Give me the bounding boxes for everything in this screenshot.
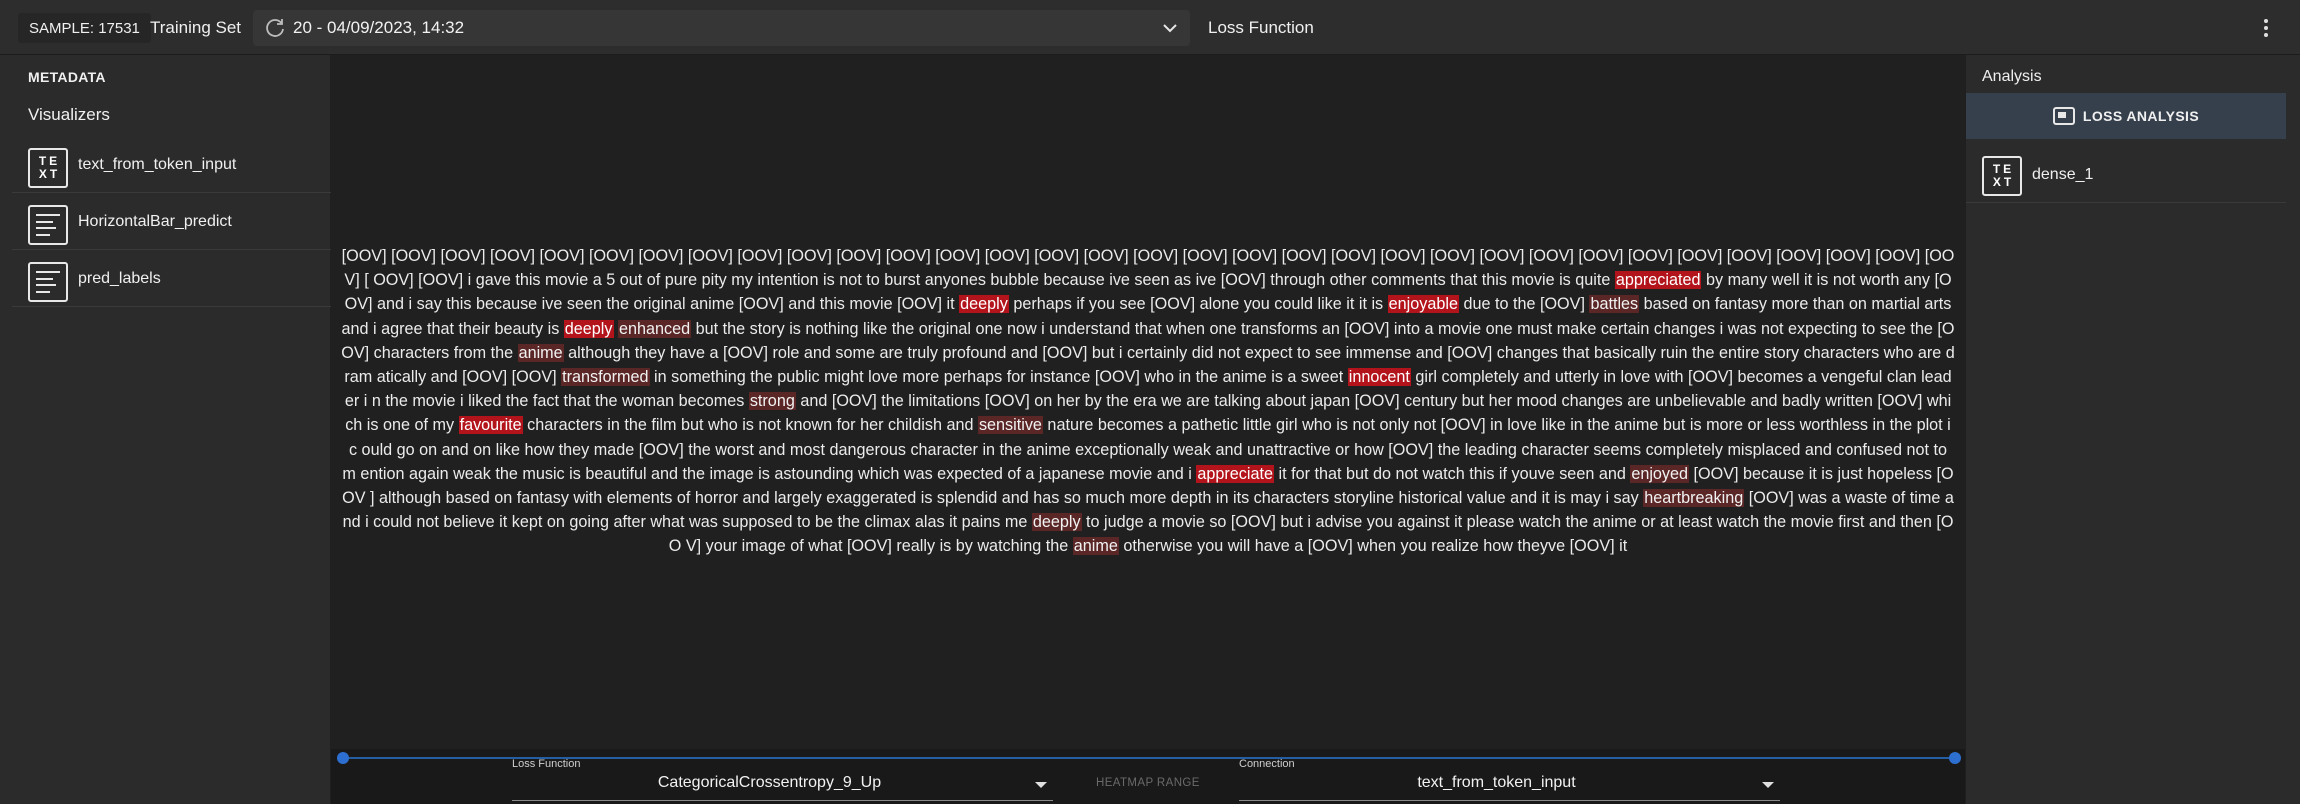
refresh-icon[interactable] <box>263 16 287 40</box>
tab-loss-analysis[interactable]: LOSS ANALYSIS <box>1966 93 2286 139</box>
more-options-icon[interactable] <box>2255 14 2277 42</box>
highlighted-token-strong: innocent <box>1347 368 1411 387</box>
highlighted-token-strong: appreciated <box>1614 271 1702 290</box>
visualizer-label: text_from_token_input <box>78 155 237 173</box>
loss-function-value: CategoricalCrossentropy_9_Up <box>657 774 882 791</box>
highlighted-token-weak: enhanced <box>618 319 692 338</box>
highlighted-token-weak: deeply <box>1031 513 1082 532</box>
highlighted-token-strong: enjoyable <box>1387 295 1459 314</box>
highlighted-token-weak: strong <box>748 392 796 411</box>
dataset-label[interactable]: Training Set <box>150 13 241 43</box>
highlighted-token-weak: sensitive <box>977 416 1043 435</box>
visualizer-label: pred_labels <box>78 269 161 287</box>
right-panel: Analysis LOSS ANALYSIS TE XT dense_1 <box>1965 55 2300 804</box>
top-bar: SAMPLE: 17531 Training Set 20 - 04/09/20… <box>0 0 2300 55</box>
connection-select[interactable]: Connection text_from_token_input <box>1239 749 1780 804</box>
visualizer-list: TE XT text_from_token_input HorizontalBar… <box>12 136 331 307</box>
highlighted-token-weak: heartbreaking <box>1643 489 1745 508</box>
connection-label: Connection <box>1239 758 1295 770</box>
loss-function-select[interactable]: Loss Function CategoricalCrossentropy_9_… <box>512 749 1053 804</box>
text-visualization-panel: [OOV] [OOV] [OOV] [OOV] [OOV] [OOV] [OOV… <box>331 55 1965 804</box>
epoch-value: 20 - 04/09/2023, 14:32 <box>293 18 465 37</box>
highlighted-token-weak: enjoyed <box>1630 464 1690 483</box>
text-icon: TE XT <box>1982 156 2022 196</box>
analysis-item-dense-1[interactable]: TE XT dense_1 <box>1966 146 2286 203</box>
dropdown-arrow-icon[interactable] <box>1035 782 1047 788</box>
highlighted-token-weak: anime <box>1072 537 1119 556</box>
lines-icon <box>28 262 68 302</box>
tab-label: LOSS ANALYSIS <box>2082 108 2200 124</box>
text-segment: characters in the film but who is not kn… <box>522 416 978 435</box>
text-segment: in something the public might love more … <box>649 368 1348 387</box>
left-panel: METADATA Visualizers TE XT text_from_toke… <box>0 55 331 804</box>
chevron-down-icon[interactable] <box>1162 20 1178 36</box>
sample-label: SAMPLE: 17531 <box>29 19 140 37</box>
heatmap-range-label: HEATMAP RANGE <box>1096 777 1200 789</box>
loss-function-label: Loss Function <box>512 758 581 770</box>
text-segment: otherwise you will have a [OOV] when you… <box>1118 537 1628 556</box>
panel-title: Loss Function <box>1208 18 1314 37</box>
highlighted-token-strong: favourite <box>458 416 523 435</box>
slider-handle-max[interactable] <box>1949 752 1961 764</box>
highlighted-token-weak: anime <box>517 343 564 362</box>
visualizers-header: Visualizers <box>28 105 110 124</box>
visualizer-item-horizontalbar-predict[interactable]: HorizontalBar_predict <box>12 193 331 250</box>
slider-handle-min[interactable] <box>337 752 349 764</box>
loss-analysis-icon <box>2052 107 2075 125</box>
visualizer-item-pred-labels[interactable]: pred_labels <box>12 250 331 307</box>
field-underline <box>1239 800 1780 801</box>
highlighted-token-strong: deeply <box>563 319 614 338</box>
epoch-select[interactable]: 20 - 04/09/2023, 14:32 <box>253 10 1190 46</box>
metadata-header[interactable]: METADATA <box>28 63 106 91</box>
field-underline <box>512 800 1053 801</box>
highlighted-token-weak: transformed <box>561 368 650 387</box>
heatmap-text: [OOV] [OOV] [OOV] [OOV] [OOV] [OOV] [OOV… <box>341 244 1955 559</box>
lines-icon <box>28 205 68 245</box>
analysis-header: Analysis <box>1982 68 2042 85</box>
text-segment: it for that but do not watch this if you… <box>1273 464 1631 483</box>
text-icon: TE XT <box>28 148 68 188</box>
analysis-item-label: dense_1 <box>2032 165 2094 183</box>
text-segment: due to the [OOV] <box>1458 295 1590 314</box>
highlighted-token-weak: battles <box>1589 295 1640 314</box>
sample-indicator: SAMPLE: 17531 <box>18 13 151 43</box>
highlighted-token-strong: appreciate <box>1196 464 1274 483</box>
bottom-controls: Loss Function CategoricalCrossentropy_9_… <box>331 749 1965 804</box>
dropdown-arrow-icon[interactable] <box>1762 782 1774 788</box>
text-segment: perhaps if you see [OOV] alone you could… <box>1008 295 1388 314</box>
highlighted-token-strong: deeply <box>959 295 1009 314</box>
visualizer-label: HorizontalBar_predict <box>78 212 232 230</box>
connection-value: text_from_token_input <box>1417 774 1576 791</box>
visualizer-item-text-from-token-input[interactable]: TE XT text_from_token_input <box>12 136 331 193</box>
